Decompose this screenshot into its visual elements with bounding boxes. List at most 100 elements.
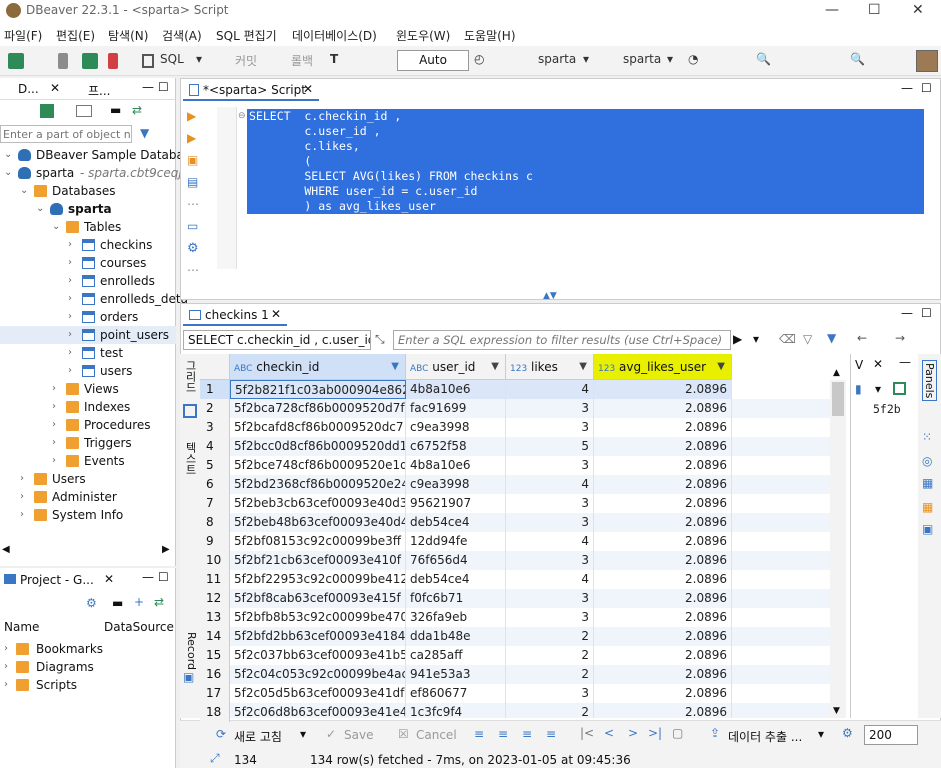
collapse-all-icon[interactable]: ▬ bbox=[110, 103, 121, 117]
table-cell[interactable]: 5f2bd2368cf86b0009520e24 bbox=[230, 475, 406, 494]
table-cell[interactable]: 2.0896 bbox=[594, 646, 732, 665]
table-cell[interactable]: 76f656d4 bbox=[406, 551, 506, 570]
tree-item[interactable]: › orders bbox=[0, 308, 176, 326]
project-tab[interactable]: Project - G... bbox=[20, 573, 94, 587]
tree-item[interactable]: › Procedures bbox=[0, 416, 176, 434]
search-icon[interactable]: 🔍 bbox=[756, 52, 771, 66]
editor-tab[interactable]: *<sparta> Script ✕ bbox=[183, 79, 319, 101]
expand-chevron-icon[interactable]: ⌄ bbox=[52, 218, 60, 236]
splitter-handle-icon[interactable]: ▲▼ bbox=[543, 291, 557, 301]
table-cell[interactable]: ca285aff bbox=[406, 646, 506, 665]
table-row[interactable]: 5f2bcafd8cf86b0009520dc7 c9ea3998 3 2.0896 bbox=[230, 418, 830, 437]
tree-item[interactable]: › checkins bbox=[0, 236, 176, 254]
dropdown-chevron-icon[interactable]: ▾ bbox=[300, 727, 306, 741]
row-number[interactable]: 5 bbox=[200, 456, 230, 475]
navigator-tab-project[interactable]: 프... bbox=[88, 82, 110, 99]
table-cell[interactable]: 3 bbox=[506, 399, 594, 418]
value-text[interactable]: 5f2b bbox=[873, 402, 901, 417]
tree-item[interactable]: › enrolleds bbox=[0, 272, 176, 290]
tree-item[interactable]: › System Info bbox=[0, 506, 176, 524]
row-number[interactable]: 10 bbox=[200, 551, 230, 570]
table-cell[interactable]: c6752f58 bbox=[406, 437, 506, 456]
project-item[interactable]: › Diagrams bbox=[0, 658, 176, 676]
table-cell[interactable]: 2.0896 bbox=[594, 570, 732, 589]
table-cell[interactable]: deb54ce4 bbox=[406, 570, 506, 589]
table-cell[interactable]: 2.0896 bbox=[594, 475, 732, 494]
sql-code[interactable]: SELECT c.checkin_id , c.user_id , c.like… bbox=[181, 109, 941, 239]
row-number[interactable]: 12 bbox=[200, 589, 230, 608]
table-cell[interactable]: 3 bbox=[506, 551, 594, 570]
sql-button[interactable]: SQL bbox=[160, 52, 184, 66]
table-row[interactable]: 5f2c04c053c92c00099be4ac 941e53a3 2 2.0896 bbox=[230, 665, 830, 684]
table-row[interactable]: 5f2bfd2bb63cef00093e4184 dda1b48e 2 2.0896 bbox=[230, 627, 830, 646]
row-number[interactable]: 1 bbox=[200, 380, 230, 399]
expand-chevron-icon[interactable]: › bbox=[20, 506, 24, 524]
close-icon[interactable]: ✕ bbox=[303, 82, 313, 96]
table-cell[interactable]: 5f2c05d5b63cef00093e41df bbox=[230, 684, 406, 703]
table-cell[interactable]: 5f2bce748cf86b0009520e1d bbox=[230, 456, 406, 475]
table-cell[interactable]: 2.0896 bbox=[594, 456, 732, 475]
expand-chevron-icon[interactable]: › bbox=[68, 326, 72, 344]
results-tab[interactable]: checkins 1 ✕ bbox=[183, 304, 287, 326]
tree-item[interactable]: › Events bbox=[0, 452, 176, 470]
row-number[interactable]: 8 bbox=[200, 513, 230, 532]
cancel-icon[interactable]: ☒ bbox=[398, 727, 409, 741]
tree-item[interactable]: › point_users bbox=[0, 326, 176, 344]
dropdown-chevron-icon[interactable]: ▾ bbox=[583, 52, 589, 66]
table-cell[interactable]: 5f2bcc0d8cf86b0009520dd1 bbox=[230, 437, 406, 456]
tree-item[interactable]: › courses bbox=[0, 254, 176, 272]
sql-line[interactable]: c.user_id , bbox=[249, 124, 380, 139]
table-row[interactable]: 5f2beb48b63cef00093e40d4 deb54ce4 3 2.0896 bbox=[230, 513, 830, 532]
column-header-user_id[interactable]: ABC user_id ▼ bbox=[406, 354, 506, 380]
table-cell[interactable]: 2.0896 bbox=[594, 627, 732, 646]
grid-scrollbar[interactable]: ▲ ▼ bbox=[830, 368, 846, 718]
table-row[interactable]: 5f2bd2368cf86b0009520e24 c9ea3998 4 2.0896 bbox=[230, 475, 830, 494]
table-cell[interactable]: 2.0896 bbox=[594, 703, 732, 718]
query-text-box[interactable]: SELECT c.checkin_id , c.user_ic bbox=[183, 330, 371, 350]
minimize-icon[interactable]: — bbox=[899, 355, 911, 369]
row-number[interactable]: 6 bbox=[200, 475, 230, 494]
column-header-checkin_id[interactable]: ABC checkin_id ▼ bbox=[230, 354, 406, 380]
tree-item[interactable]: › Indexes bbox=[0, 398, 176, 416]
sort-filter-icon[interactable]: ▼ bbox=[491, 354, 499, 380]
settings-gear-icon[interactable]: ⚙ bbox=[187, 241, 199, 256]
commit-button[interactable]: 커밋 bbox=[235, 52, 257, 69]
value-panel-tab[interactable]: V bbox=[855, 358, 863, 372]
expand-filter-icon[interactable]: ⤡ bbox=[375, 332, 385, 347]
maximize-icon[interactable]: ☐ bbox=[921, 81, 932, 95]
scroll-left-icon[interactable]: ◀ bbox=[2, 544, 10, 555]
table-cell[interactable]: f0fc6b71 bbox=[406, 589, 506, 608]
expand-chevron-icon[interactable]: › bbox=[52, 380, 56, 398]
table-cell[interactable]: 3 bbox=[506, 589, 594, 608]
table-cell[interactable]: 2.0896 bbox=[594, 399, 732, 418]
row-number[interactable]: 17 bbox=[200, 684, 230, 703]
sql-line[interactable]: SELECT AVG(likes) FROM checkins c bbox=[249, 169, 533, 184]
table-row[interactable]: 5f2c05d5b63cef00093e41df ef860677 3 2.0896 bbox=[230, 684, 830, 703]
expand-chevron-icon[interactable]: › bbox=[68, 254, 72, 272]
table-cell[interactable]: c9ea3998 bbox=[406, 475, 506, 494]
schema-select[interactable]: sparta bbox=[623, 52, 661, 66]
table-row[interactable]: 5f2b821f1c03ab000904e862 4b8a10e6 4 2.0896 bbox=[230, 380, 830, 399]
table-row[interactable]: 5f2beb3cb63cef00093e40d3 95621907 3 2.0896 bbox=[230, 494, 830, 513]
tree-item[interactable]: › users bbox=[0, 362, 176, 380]
table-cell[interactable]: 2.0896 bbox=[594, 608, 732, 627]
table-row[interactable]: 5f2bcc0d8cf86b0009520dd1 c6752f58 5 2.0896 bbox=[230, 437, 830, 456]
sort-filter-icon[interactable]: ▼ bbox=[391, 354, 399, 380]
close-icon[interactable]: ✕ bbox=[912, 2, 924, 18]
table-cell[interactable]: 5f2c04c053c92c00099be4ac bbox=[230, 665, 406, 684]
save-check-icon[interactable]: ✓ bbox=[326, 727, 336, 741]
table-cell[interactable]: 5f2beb3cb63cef00093e40d3 bbox=[230, 494, 406, 513]
perspective-avatar-icon[interactable] bbox=[916, 50, 938, 72]
add-icon[interactable]: + bbox=[134, 595, 144, 609]
dropdown-chevron-icon[interactable]: ▾ bbox=[875, 382, 881, 396]
edit-row-icon[interactable]: ≡ bbox=[474, 727, 484, 741]
table-cell[interactable]: 5f2b821f1c03ab000904e862 bbox=[230, 380, 406, 399]
table-cell[interactable]: 3 bbox=[506, 494, 594, 513]
row-number[interactable]: 14 bbox=[200, 627, 230, 646]
references-icon[interactable]: ▣ bbox=[922, 522, 933, 536]
expand-chevron-icon[interactable]: ⌄ bbox=[20, 182, 28, 200]
forward-arrow-icon[interactable]: → bbox=[895, 331, 905, 345]
table-cell[interactable]: 2.0896 bbox=[594, 665, 732, 684]
minimize-icon[interactable]: — bbox=[142, 80, 154, 94]
dropdown-chevron-icon[interactable]: ▾ bbox=[667, 52, 673, 66]
